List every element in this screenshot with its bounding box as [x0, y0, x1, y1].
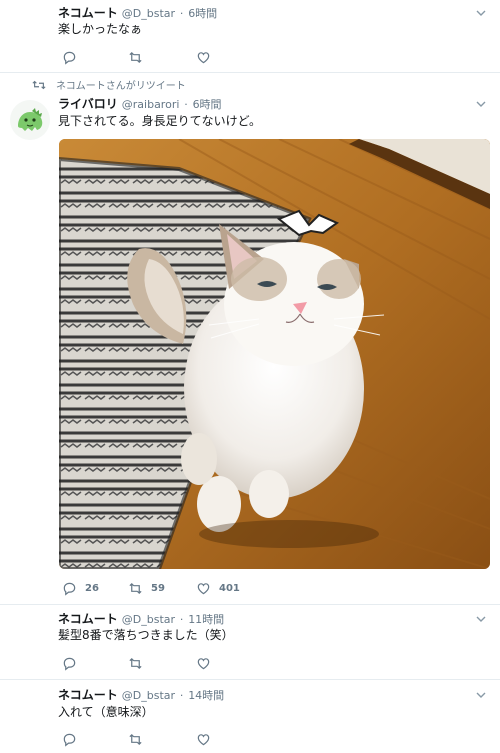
retweet-icon	[32, 79, 56, 95]
like-button[interactable]: 401	[196, 580, 240, 596]
author-name[interactable]: ネコムート	[58, 6, 118, 20]
author-name[interactable]: ネコムート	[58, 612, 118, 626]
tweet-text: 楽しかったなぁ	[58, 22, 143, 36]
tweet-actions	[58, 655, 358, 671]
timestamp[interactable]: 6時間	[193, 98, 222, 111]
retweet-button[interactable]	[128, 49, 143, 65]
reply-button[interactable]	[62, 655, 77, 671]
tweet-header: ネコムート @D_bstar · 11時間	[58, 612, 224, 627]
separator: ·	[179, 7, 184, 20]
retweet-count: 59	[151, 582, 165, 594]
retweet-button[interactable]: 59	[128, 580, 165, 596]
separator: ·	[184, 98, 188, 111]
reply-icon	[62, 581, 77, 596]
retweet-banner[interactable]: ネコムートさんがリツイート	[32, 79, 186, 95]
author-handle[interactable]: @D_bstar	[122, 613, 175, 626]
author-name[interactable]: ライバロリ	[58, 97, 118, 111]
retweet-icon	[128, 50, 143, 65]
tweet-text: 髪型8番で落ちつきました（笑）	[58, 628, 234, 642]
reply-count: 26	[85, 582, 99, 594]
retweet-icon	[128, 581, 143, 596]
tweet-text: 見下されてる。身長足りてないけど。	[58, 114, 262, 128]
tweet-header: ネコムート @D_bstar · 6時間	[58, 6, 217, 21]
timestamp[interactable]: 14時間	[188, 689, 224, 702]
reply-icon	[62, 656, 77, 671]
like-icon	[196, 581, 211, 596]
tweet-actions	[58, 731, 358, 747]
reply-button[interactable]	[62, 49, 77, 65]
like-icon	[196, 732, 211, 747]
retweet-button[interactable]	[128, 655, 143, 671]
like-button[interactable]	[196, 731, 211, 747]
reply-button[interactable]: 26	[62, 580, 99, 596]
like-icon	[196, 656, 211, 671]
retweet-icon	[128, 732, 143, 747]
tweet-1[interactable]: ネコムート @D_bstar · 6時間 楽しかったなぁ	[0, 0, 500, 72]
tweet-actions: 26 59 401	[58, 580, 358, 596]
tweet-header: ネコムート @D_bstar · 14時間	[58, 688, 224, 703]
tweet-header: ライバロリ @raibarori · 6時間	[58, 97, 222, 112]
retweet-banner-text: ネコムートさんがリツイート	[56, 81, 186, 92]
chevron-down-icon[interactable]	[476, 690, 486, 700]
like-icon	[196, 50, 211, 65]
avatar[interactable]	[10, 100, 50, 140]
separator: ·	[179, 689, 184, 702]
chevron-down-icon[interactable]	[476, 614, 486, 624]
retweet-icon	[128, 656, 143, 671]
tweet-text: 入れて（意味深）	[58, 705, 154, 719]
chevron-down-icon[interactable]	[476, 8, 486, 18]
tweet-actions	[58, 49, 358, 65]
retweet-button[interactable]	[128, 731, 143, 747]
reply-button[interactable]	[62, 731, 77, 747]
author-name[interactable]: ネコムート	[58, 688, 118, 702]
author-handle[interactable]: @D_bstar	[122, 7, 175, 20]
timestamp[interactable]: 6時間	[188, 7, 217, 20]
reply-icon	[62, 50, 77, 65]
like-button[interactable]	[196, 655, 211, 671]
separator: ·	[179, 613, 184, 626]
timestamp[interactable]: 11時間	[188, 613, 224, 626]
cat-photo	[59, 139, 490, 569]
reply-icon	[62, 732, 77, 747]
tweet-photo[interactable]	[59, 139, 490, 569]
like-button[interactable]	[196, 49, 211, 65]
author-handle[interactable]: @raibarori	[122, 98, 180, 111]
author-handle[interactable]: @D_bstar	[122, 689, 175, 702]
like-count: 401	[219, 582, 240, 594]
chevron-down-icon[interactable]	[476, 99, 486, 109]
